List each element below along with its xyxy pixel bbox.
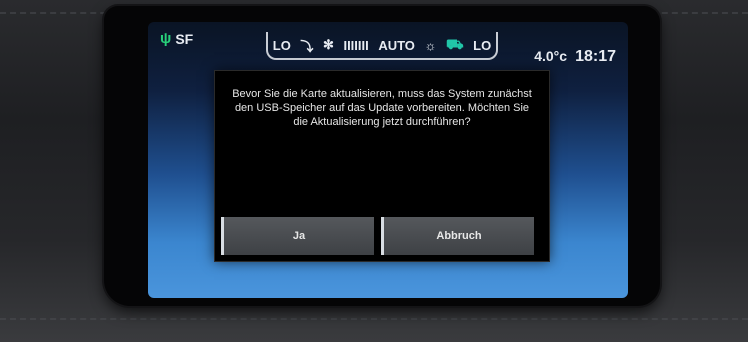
outside-temperature: 4.0°c	[534, 48, 568, 64]
yes-button[interactable]: Ja	[221, 217, 374, 255]
fan-level-bars: IIIIIII	[343, 37, 369, 53]
clock: 18:17	[575, 48, 616, 65]
update-confirm-dialog: Bevor Sie die Karte aktualisieren, muss …	[214, 70, 550, 262]
climate-strip[interactable]: LO ⤵ ✻ IIIIIII AUTO ☼ ⛟ LO	[266, 32, 498, 60]
left-temp[interactable]: LO	[273, 38, 291, 53]
right-temp[interactable]: LO	[473, 38, 491, 53]
status-bar: ψ SF LO ⤵ ✻ IIIIIII AUTO ☼ ⛟ LO 4.0°c 18…	[148, 22, 628, 65]
airflow-icon: ⤵	[300, 38, 314, 54]
dashboard-stitching	[0, 318, 748, 320]
infotainment-screen: ψ SF LO ⤵ ✻ IIIIIII AUTO ☼ ⛟ LO 4.0°c 18…	[148, 22, 628, 298]
recirculation-car-icon[interactable]: ⛟	[446, 36, 464, 55]
status-left: ψ SF	[160, 30, 193, 47]
sun-icon: ☼	[424, 37, 437, 53]
usb-icon: ψ	[160, 30, 172, 47]
fan-icon: ✻	[322, 37, 334, 52]
dialog-message: Bevor Sie die Karte aktualisieren, muss …	[232, 88, 532, 128]
climate-mode[interactable]: AUTO	[378, 38, 415, 53]
cancel-button[interactable]: Abbruch	[381, 217, 534, 255]
source-label: SF	[175, 30, 194, 47]
status-right: 4.0°c 18:17	[534, 48, 616, 66]
